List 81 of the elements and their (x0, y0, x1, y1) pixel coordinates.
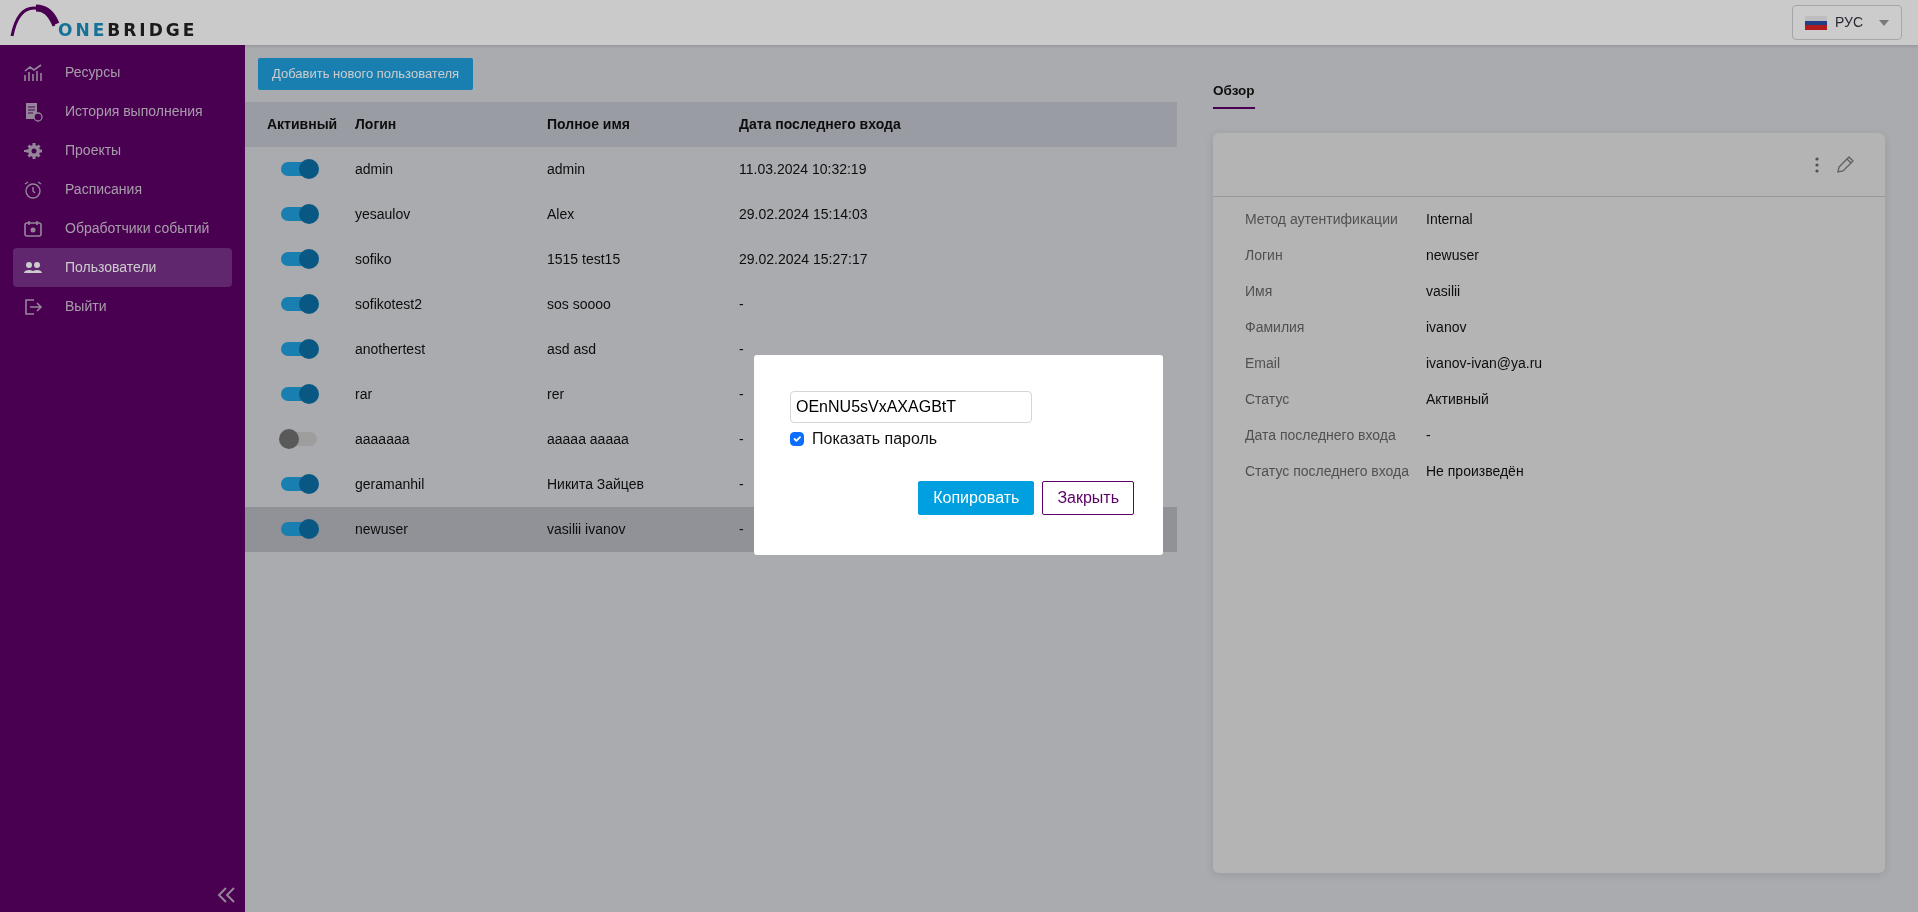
table-cell: sos soooo (547, 295, 611, 312)
toggle-switch[interactable] (281, 297, 317, 311)
table-cell: 29.02.2024 15:14:03 (739, 205, 868, 222)
field-label: Метод аутентификации (1244, 209, 1399, 229)
field-label: Логин (1244, 245, 1284, 265)
field-label: Фамилия (1244, 317, 1306, 337)
alarm-clock-icon (23, 179, 43, 200)
field-label: Дата последнего входа (1244, 425, 1397, 445)
toggle-switch[interactable] (281, 162, 317, 176)
table-cell: - (739, 475, 744, 492)
table-cell: anothertest (355, 340, 426, 357)
table-cell: - (739, 520, 744, 537)
table-cell: 1515 test15 (547, 250, 621, 267)
pencil-icon[interactable] (1835, 154, 1855, 175)
logout-icon (23, 296, 43, 317)
table-cell: rar (355, 385, 373, 402)
toggle-switch[interactable] (281, 432, 317, 446)
sidebar-item[interactable]: Проекты (13, 131, 232, 170)
table-cell: Никита Зайцев (547, 475, 644, 492)
column-header: Логин (355, 114, 398, 134)
toggle-switch[interactable] (281, 522, 317, 536)
table-cell: admin (355, 160, 394, 177)
field-value: Internal (1426, 209, 1473, 229)
field-value: Активный (1426, 389, 1489, 409)
field-label: Email (1244, 353, 1281, 373)
column-header: Полное имя (547, 114, 631, 134)
toggle-switch[interactable] (281, 252, 317, 266)
chart-icon (23, 62, 43, 83)
toggle-switch[interactable] (281, 387, 317, 401)
table-cell: aaaaaaa (355, 430, 410, 447)
language-dropdown[interactable]: РУС (1791, 5, 1902, 40)
table-cell: yesaulov (355, 205, 411, 222)
toggle-switch[interactable] (281, 342, 317, 356)
table-cell: asd asd (547, 340, 597, 357)
password-field[interactable]: OEnNU5sVxAXAGBtT (790, 391, 1032, 423)
checkbox[interactable] (790, 432, 804, 446)
field-label: Имя (1244, 281, 1274, 301)
caret-icon (1879, 19, 1889, 26)
toggle-switch[interactable] (281, 477, 317, 491)
field-value: Не произведён (1426, 461, 1524, 481)
field-label: Статус (1244, 389, 1291, 409)
field-value: ivanov-ivan@ya.ru (1426, 353, 1543, 373)
table-cell: sofikotest2 (355, 295, 422, 312)
table-cell: - (739, 430, 744, 447)
column-header: Активный (266, 114, 339, 134)
close-button[interactable]: Закрыть (1042, 481, 1134, 515)
table-cell: - (739, 340, 744, 357)
sidebar-item[interactable]: Пользователи (13, 248, 232, 287)
tab[interactable]: Обзор (1213, 81, 1255, 110)
table-cell: aaaaa aaaaa (547, 430, 629, 447)
field-value: - (1426, 425, 1431, 445)
table-cell: 29.02.2024 15:27:17 (739, 250, 868, 267)
sidebar-item[interactable]: Обработчики событий (13, 209, 232, 248)
table-cell: geramanhil (355, 475, 425, 492)
field-value: ivanov (1426, 317, 1467, 337)
calendar-icon (23, 218, 43, 239)
sidebar-item[interactable]: История выполнения (13, 92, 232, 131)
collapse-icon[interactable] (217, 886, 237, 904)
sidebar-item[interactable]: Расписания (13, 170, 232, 209)
table-cell: - (739, 385, 744, 402)
sidebar-item[interactable]: Выйти (13, 287, 232, 326)
sidebar-item[interactable]: Ресурсы (13, 53, 232, 92)
field-label: Статус последнего входа (1244, 461, 1411, 481)
field-value: newuser (1426, 245, 1479, 265)
table-cell: rer (547, 385, 565, 402)
document-clock-icon (23, 101, 43, 122)
field-value: vasilii (1426, 281, 1461, 301)
logo-text: ONE BRIDGE (58, 18, 198, 42)
gear-icon (23, 140, 43, 161)
table-cell: vasilii ivanov (547, 520, 626, 537)
more-icon[interactable] (1815, 156, 1819, 173)
flag-icon (1804, 15, 1827, 30)
table-cell: sofiko (355, 250, 392, 267)
table-cell: - (739, 295, 744, 312)
table-cell: Alex (547, 205, 575, 222)
table-cell: admin (547, 160, 586, 177)
column-header: Дата последнего входа (739, 114, 902, 134)
table-cell: 11.03.2024 10:32:19 (739, 160, 867, 177)
checkbox-label: Показать пароль (812, 429, 938, 449)
toggle-switch[interactable] (281, 207, 317, 221)
table-cell: newuser (355, 520, 408, 537)
